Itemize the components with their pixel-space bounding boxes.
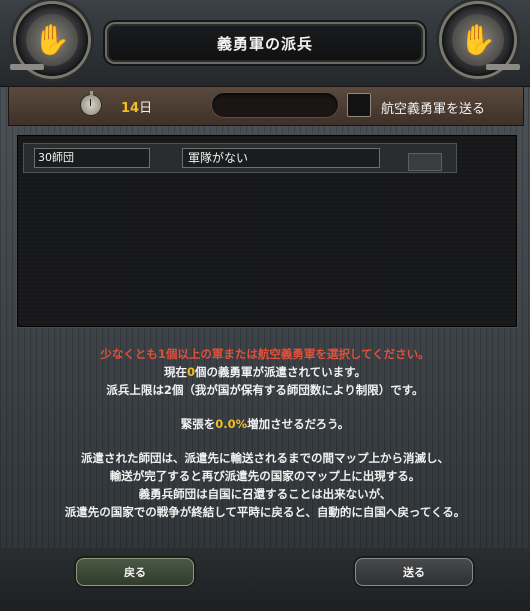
back-button[interactable]: 戻る — [76, 558, 194, 586]
title-plate: 義勇軍の派兵 — [105, 22, 425, 64]
info-message: 少なくとも1個以上の軍または航空義勇軍を選択してください。 現在0個の義勇軍が派… — [0, 345, 530, 521]
air-volunteer-label: 航空義勇軍を送る — [381, 102, 486, 117]
info-line: 派遣された師団は、派遣先に輸送されるまでの間マップ上から消滅し、 — [81, 451, 449, 465]
air-volunteer-checkbox[interactable] — [347, 93, 371, 117]
division-list: 30師団 軍隊がない — [16, 134, 518, 328]
volunteer-dialog: ✋ 義勇軍の派兵 ✋ 14日 航空義勇軍を送る 30師団 軍隊がない 少なくとも… — [0, 0, 530, 611]
travel-days: 14日 — [121, 101, 153, 116]
dialog-header: ✋ 義勇軍の派兵 ✋ — [0, 0, 530, 87]
decoration — [486, 64, 520, 70]
division-name: 30師団 — [34, 148, 150, 168]
limit-text: 派兵上限は2個（我が国が保有する師団数により制限）です。 — [106, 383, 424, 397]
dialog-title: 義勇軍の派兵 — [216, 34, 313, 53]
progress-slot — [211, 92, 339, 118]
row-toggle-button[interactable] — [408, 153, 442, 171]
info-line: 輸送が完了すると再び派遣先の国家のマップ上に出現する。 — [109, 469, 421, 483]
info-line: 義勇兵師団は自国に召還することは出来ないが、 — [138, 487, 392, 501]
decoration — [10, 64, 44, 70]
info-line: 派遣先の国家での戦争が終結して平時に戻ると、自動的に自国へ戻ってくる。 — [64, 505, 466, 519]
stopwatch-icon — [81, 91, 101, 115]
current-volunteers-text: 現在0個の義勇軍が派遣されています。 — [163, 365, 367, 379]
tension-text: 緊張を0.0%増加させるだろう。 — [180, 417, 350, 431]
send-button[interactable]: 送る — [355, 558, 473, 586]
list-item[interactable]: 30師団 軍隊がない — [23, 143, 457, 173]
warning-text: 少なくとも1個以上の軍または航空義勇軍を選択してください。 — [100, 347, 430, 361]
army-selector[interactable]: 軍隊がない — [182, 148, 380, 168]
info-bar: 14日 航空義勇軍を送る — [8, 86, 524, 126]
